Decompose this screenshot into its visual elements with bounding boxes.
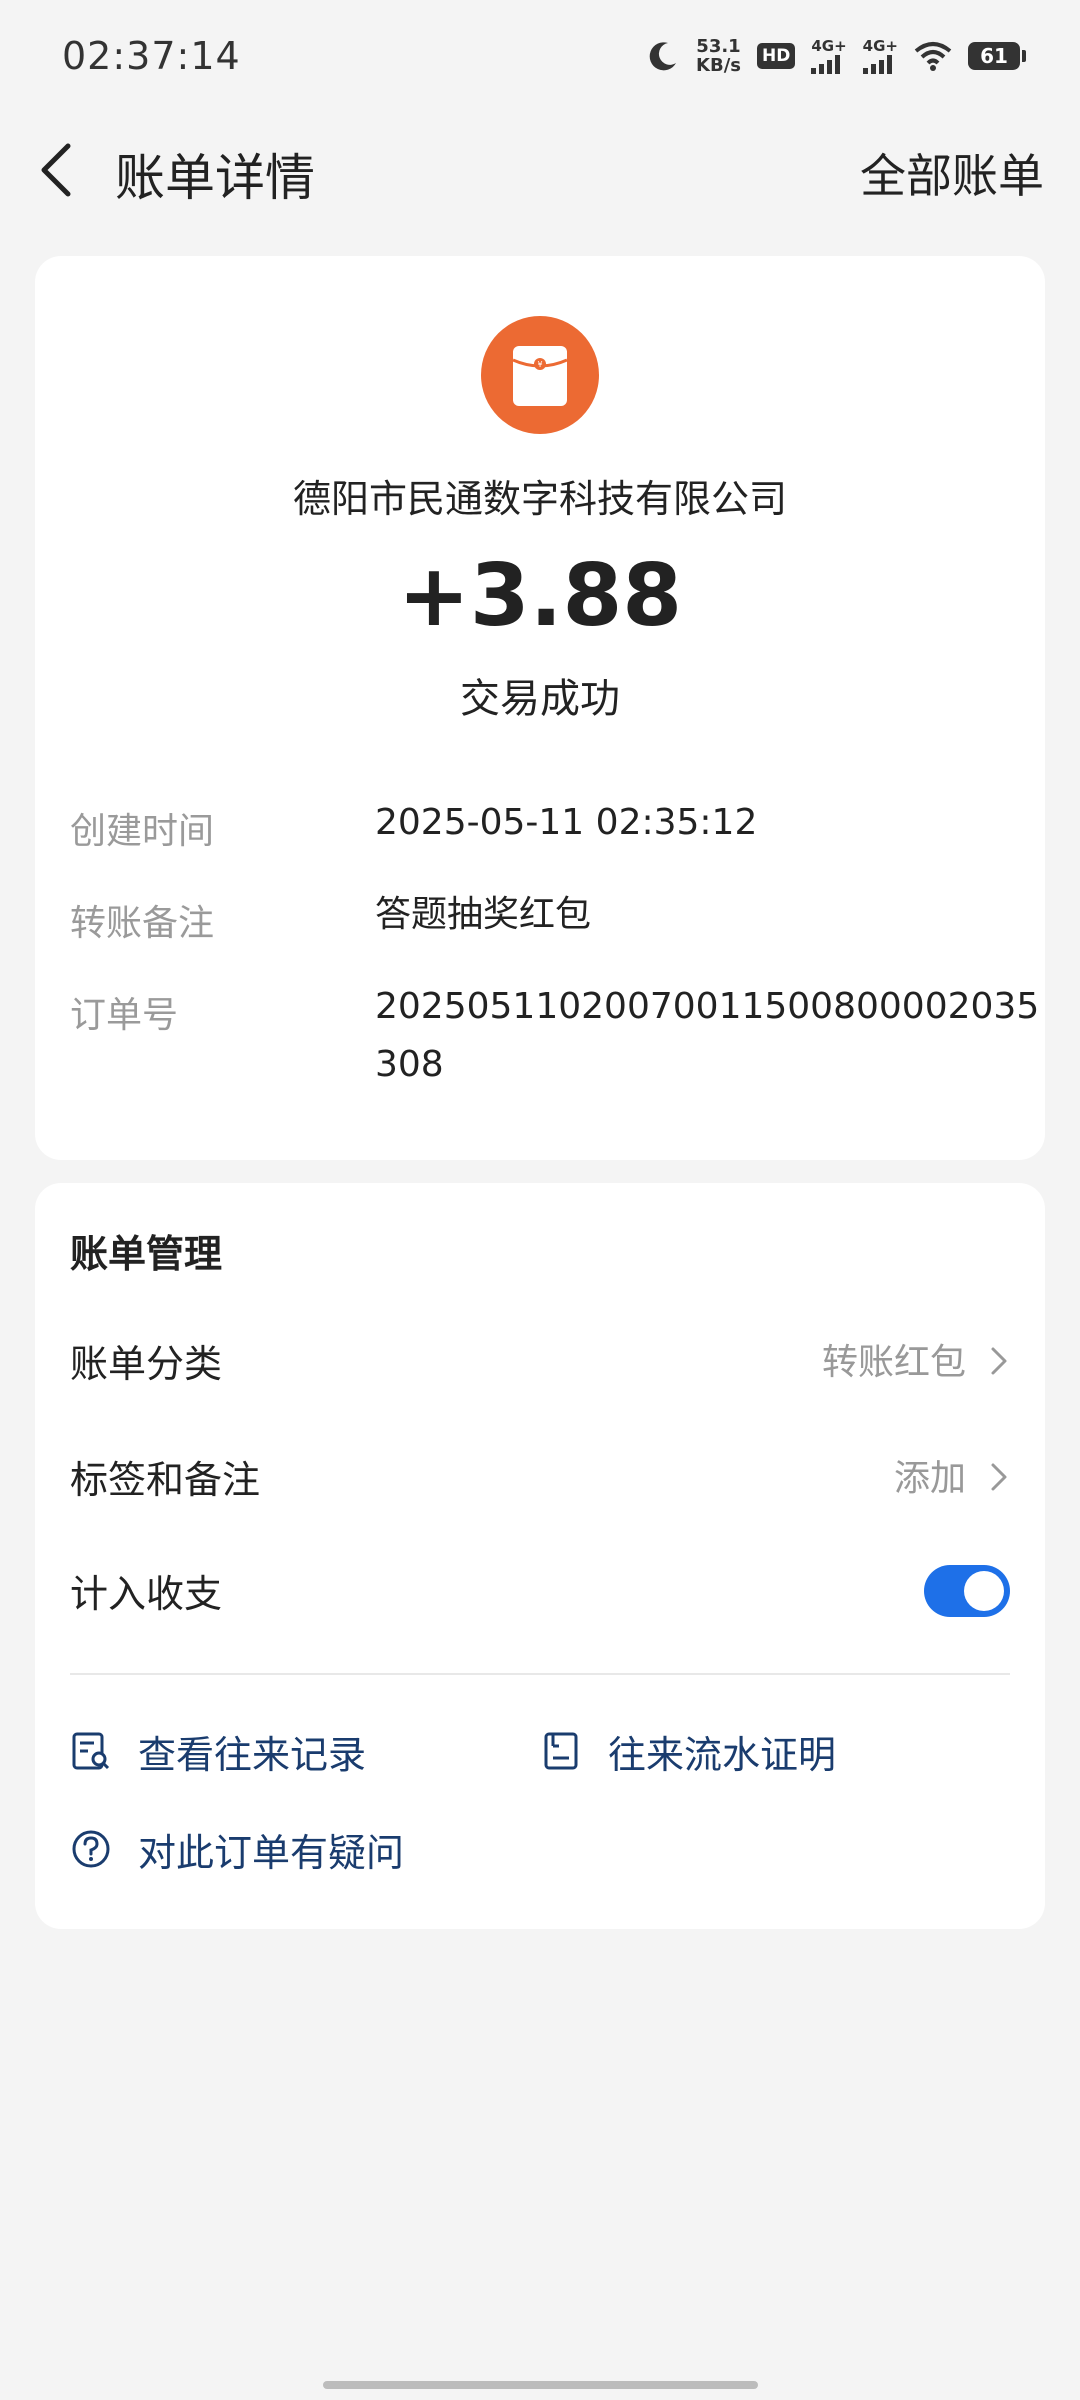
toggle-knob	[964, 1571, 1004, 1611]
merchant-name: 德阳市民通数字科技有限公司	[292, 477, 787, 521]
status-icons: 53.1 KB/s HD 4G+ 4G+ 61	[646, 32, 1026, 80]
status-bar: 02:37:14 53.1 KB/s HD 4G+ 4G+ 61	[0, 0, 1080, 110]
bill-category-row[interactable]: 账单分类 转账红包	[70, 1319, 1010, 1399]
trade-status: 交易成功	[460, 676, 620, 722]
page-title: 账单详情	[115, 149, 315, 207]
info-label: 订单号	[70, 995, 179, 1036]
link-text: 往来流水证明	[608, 1732, 837, 1777]
home-indicator[interactable]	[323, 2381, 758, 2389]
red-packet-icon: ¥	[481, 316, 599, 434]
link-text: 查看往来记录	[138, 1732, 367, 1777]
wifi-icon	[914, 42, 952, 71]
count-income-toggle[interactable]	[924, 1565, 1010, 1617]
svg-text:¥: ¥	[537, 360, 542, 369]
manage-label: 标签和备注	[70, 1458, 261, 1502]
sim1-label: 4G+	[811, 36, 847, 55]
bill-detail-card: ¥ 德阳市民通数字科技有限公司 +3.88 交易成功 创建时间 2025-05-…	[35, 256, 1045, 1160]
signal-icon: 4G+	[862, 36, 898, 74]
battery-icon: 61	[968, 42, 1026, 70]
status-time: 02:37:14	[62, 34, 241, 78]
chevron-right-icon	[991, 1347, 1007, 1375]
net-speed-unit: KB/s	[696, 55, 741, 76]
order-number-value[interactable]: 20250511020070011500800002035308	[375, 978, 1045, 1094]
section-title: 账单管理	[70, 1232, 223, 1276]
moon-icon	[649, 42, 677, 71]
tags-notes-row[interactable]: 标签和备注 添加	[70, 1435, 1010, 1515]
divider	[70, 1673, 1010, 1675]
amount: +3.88	[397, 546, 683, 646]
hd-icon: HD	[757, 43, 796, 69]
header: 账单详情 全部账单	[0, 120, 1080, 220]
back-arrow-icon[interactable]	[38, 142, 76, 198]
category-value: 转账红包	[821, 1342, 966, 1383]
manage-label: 计入收支	[70, 1572, 223, 1616]
chevron-right-icon	[991, 1463, 1007, 1491]
manage-label: 账单分类	[70, 1342, 223, 1386]
count-income-row: 计入收支	[70, 1549, 1010, 1629]
order-question-link[interactable]: 对此订单有疑问	[70, 1819, 404, 1879]
bill-manage-card: 账单管理 账单分类 转账红包 标签和备注 添加 计入收支 查看往来记录 往来流水…	[35, 1183, 1045, 1929]
info-label: 转账备注	[70, 903, 215, 944]
record-search-icon	[72, 1732, 110, 1770]
info-value: 2025-05-11 02:35:12	[375, 802, 758, 843]
all-bills-link[interactable]: 全部账单	[860, 140, 1044, 206]
view-history-link[interactable]: 查看往来记录	[70, 1721, 366, 1781]
net-speed: 53.1 KB/s	[696, 37, 741, 75]
net-speed-value: 53.1	[696, 36, 741, 57]
info-value: 答题抽奖红包	[375, 894, 592, 935]
question-icon	[72, 1830, 110, 1868]
signal-icon: 4G+	[811, 36, 847, 74]
tags-value: 添加	[893, 1458, 966, 1499]
info-label: 创建时间	[70, 811, 215, 852]
link-text: 对此订单有疑问	[138, 1830, 405, 1875]
flow-proof-link[interactable]: 往来流水证明	[540, 1721, 836, 1781]
sim2-label: 4G+	[862, 36, 898, 55]
document-icon	[544, 1732, 578, 1770]
